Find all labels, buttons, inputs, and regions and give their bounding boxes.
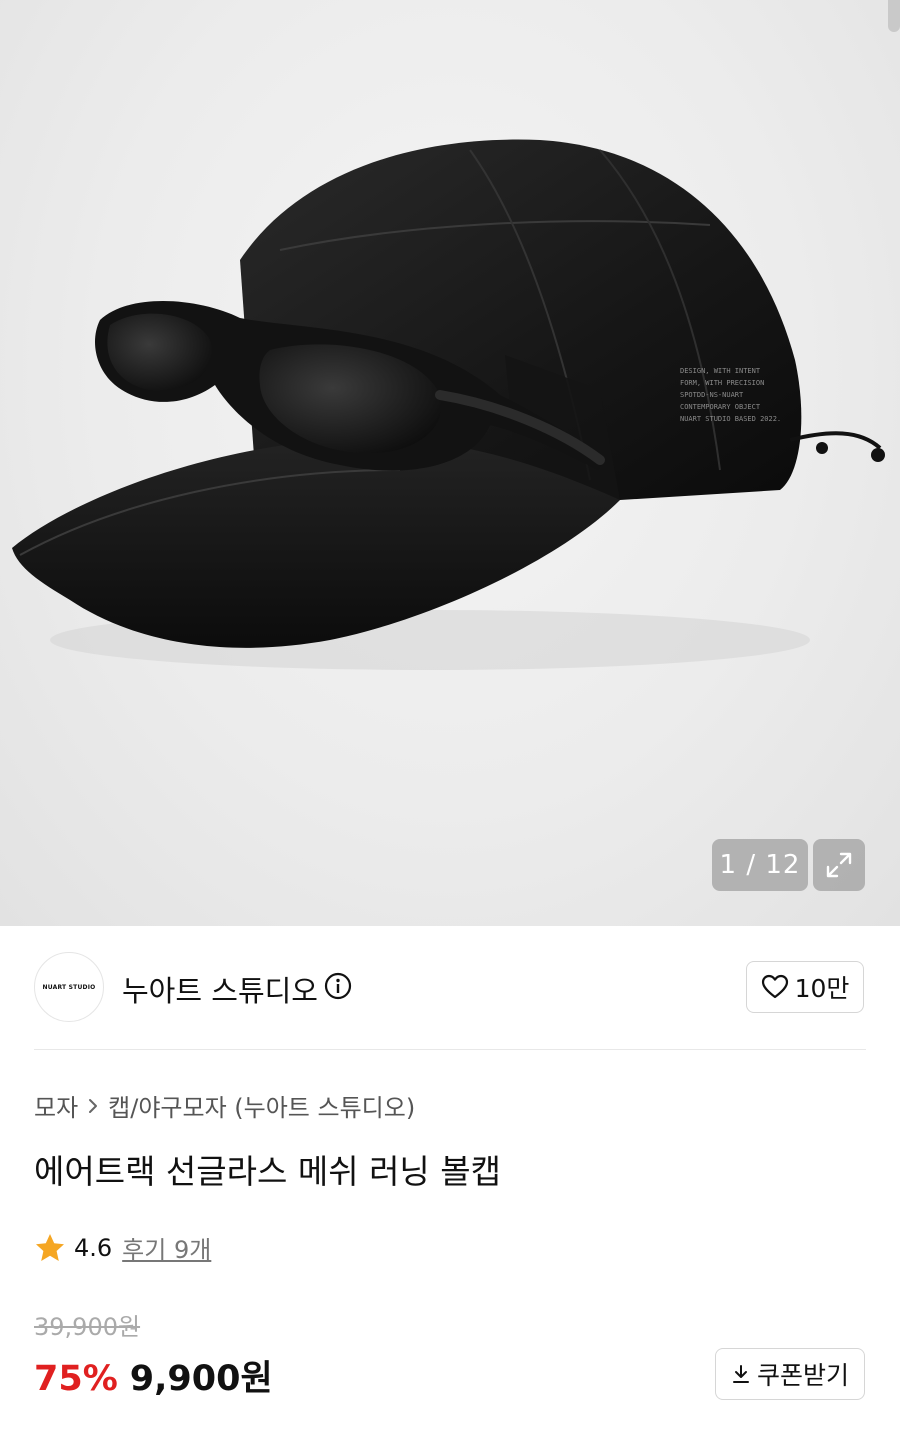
svg-text:DESIGN, WITH INTENT: DESIGN, WITH INTENT: [680, 367, 761, 375]
review-count-link[interactable]: 후기 9개: [122, 1230, 211, 1265]
star-icon: [36, 1233, 64, 1261]
cap-with-sunglasses-photo: DESIGN, WITH INTENT FORM, WITH PRECISION…: [12, 139, 885, 670]
expand-button[interactable]: [813, 839, 865, 891]
brand-name[interactable]: 누아트 스튜디오: [122, 968, 318, 1010]
info-icon[interactable]: [324, 972, 352, 1000]
breadcrumb: 모자 캡/야구모자 (누아트 스튜디오): [34, 1088, 415, 1123]
heart-icon: [761, 974, 788, 999]
image-counter: 1 / 12: [712, 839, 808, 891]
like-button[interactable]: 10만: [746, 961, 864, 1013]
rating-value: 4.6: [74, 1233, 113, 1262]
section-divider: [34, 1049, 866, 1050]
svg-text:NUART STUDIO BASED 2022.: NUART STUDIO BASED 2022.: [680, 415, 781, 423]
original-price: 39,900원: [34, 1313, 141, 1341]
svg-text:SPOTDD-NS-NUART: SPOTDD-NS-NUART: [680, 391, 744, 399]
svg-text:FORM, WITH PRECISION: FORM, WITH PRECISION: [680, 379, 764, 387]
brand-logo-text: NUART STUDIO: [42, 983, 96, 991]
discount-rate: 75%: [34, 1359, 118, 1399]
sale-price: 9,900원: [129, 1359, 273, 1399]
svg-text:CONTEMPORARY OBJECT: CONTEMPORARY OBJECT: [680, 403, 761, 411]
coupon-label: 쿠폰받기: [756, 1361, 849, 1390]
chevron-right-icon: [89, 1098, 98, 1113]
breadcrumb-item-subcategory[interactable]: 캡/야구모자 (누아트 스튜디오): [108, 1088, 415, 1123]
brand-logo[interactable]: NUART STUDIO: [34, 952, 104, 1022]
price-row: 75% 9,900원: [34, 1350, 273, 1401]
scrollbar-thumb[interactable]: [888, 0, 900, 32]
product-title: 에어트랙 선글라스 메쉬 러닝 볼캡: [34, 1152, 501, 1191]
breadcrumb-item-category[interactable]: 모자: [34, 1088, 78, 1123]
rating-row: 4.6 후기 9개: [34, 1230, 211, 1265]
brand-row: NUART STUDIO 누아트 스튜디오 10만: [34, 952, 866, 1022]
like-count: 10만: [794, 974, 850, 1003]
coupon-button[interactable]: 쿠폰받기: [715, 1348, 865, 1400]
download-icon: [732, 1365, 749, 1383]
expand-icon: [826, 852, 852, 878]
product-image[interactable]: DESIGN, WITH INTENT FORM, WITH PRECISION…: [0, 0, 900, 926]
